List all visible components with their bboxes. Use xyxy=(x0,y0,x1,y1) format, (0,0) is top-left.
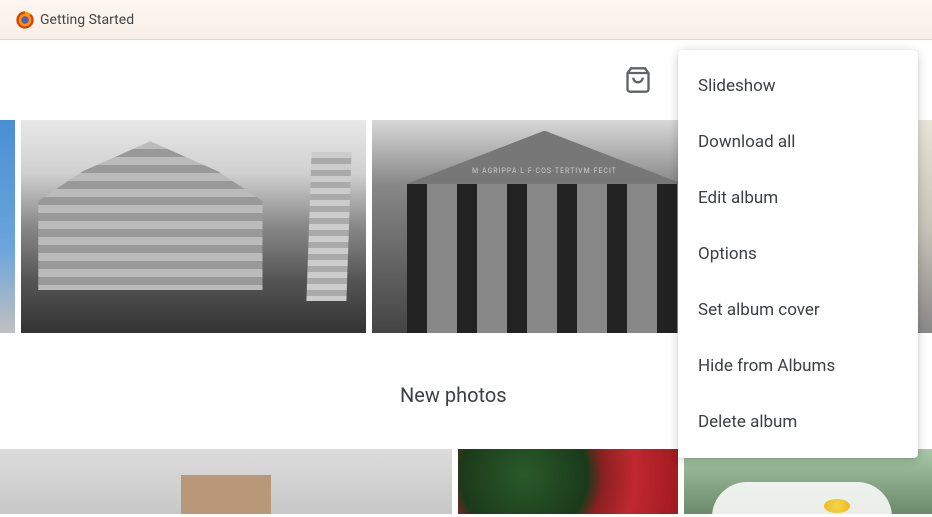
menu-item-set-album-cover[interactable]: Set album cover xyxy=(678,282,918,338)
menu-item-edit-album[interactable]: Edit album xyxy=(678,170,918,226)
photo-inscription: M·AGRIPPA·L·F·COS·TERTIVM·FECIT xyxy=(472,167,617,175)
photo-thumbnail[interactable] xyxy=(0,449,452,514)
shopping-bag-icon[interactable] xyxy=(624,66,652,94)
menu-item-slideshow[interactable]: Slideshow xyxy=(678,58,918,114)
photo-thumbnail[interactable]: M·AGRIPPA·L·F·COS·TERTIVM·FECIT xyxy=(372,120,717,333)
menu-item-hide-from-albums[interactable]: Hide from Albums xyxy=(678,338,918,394)
photo-thumbnail[interactable] xyxy=(0,120,15,333)
menu-item-options[interactable]: Options xyxy=(678,226,918,282)
browser-tab-bar: Getting Started xyxy=(0,0,932,40)
emoji-badge-icon[interactable] xyxy=(824,499,850,513)
floating-panel-shadow xyxy=(712,482,892,517)
firefox-icon xyxy=(16,11,34,29)
photo-thumbnail[interactable] xyxy=(458,449,678,514)
browser-tab[interactable]: Getting Started xyxy=(8,7,142,33)
tab-title: Getting Started xyxy=(40,12,134,28)
photo-thumbnail[interactable] xyxy=(21,120,366,333)
album-options-menu: Slideshow Download all Edit album Option… xyxy=(678,50,918,458)
menu-item-delete-album[interactable]: Delete album xyxy=(678,394,918,450)
menu-item-download-all[interactable]: Download all xyxy=(678,114,918,170)
